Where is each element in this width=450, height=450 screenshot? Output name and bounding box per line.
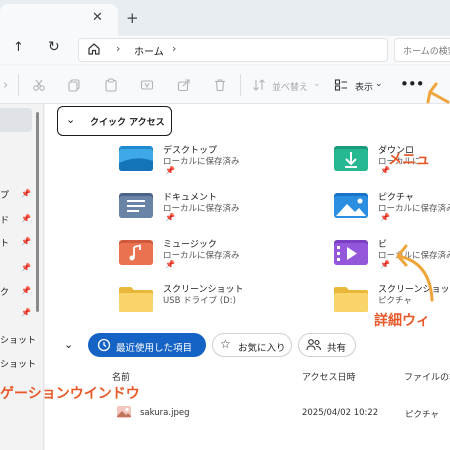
chevron-down-icon[interactable]: ⌄ xyxy=(313,79,321,89)
paste-icon[interactable] xyxy=(104,78,118,92)
clock-icon xyxy=(97,338,111,352)
star-icon: ☆ xyxy=(220,337,231,351)
image-file-icon xyxy=(117,406,131,418)
chevron-down-icon[interactable]: ⌄ xyxy=(66,113,75,126)
chevron-down-icon[interactable]: ⌄ xyxy=(64,338,73,351)
quick-access-item[interactable] xyxy=(333,190,369,223)
documents-folder-icon xyxy=(119,193,153,218)
sidebar-scrollbar[interactable] xyxy=(36,112,39,312)
music-folder-icon xyxy=(119,240,153,265)
close-tab-icon[interactable]: ✕ xyxy=(92,10,103,25)
folder-icon xyxy=(119,287,153,312)
quick-access-item[interactable] xyxy=(333,284,369,317)
toolbar-divider xyxy=(18,74,19,96)
sidebar-item-label[interactable]: ド xyxy=(0,213,9,226)
pin-icon: 📌 xyxy=(380,213,390,222)
refresh-icon[interactable]: ↻ xyxy=(48,39,60,55)
breadcrumb-chevron[interactable]: › xyxy=(116,42,120,55)
quick-access-item[interactable] xyxy=(118,190,154,223)
table-row[interactable] xyxy=(116,404,132,423)
filter-favorites-label[interactable]: お気に入り xyxy=(238,340,286,354)
sidebar-item-label[interactable]: ト xyxy=(0,236,9,249)
people-icon xyxy=(306,339,322,351)
pin-icon: 📌 xyxy=(21,214,31,223)
view-button-label[interactable]: 表示 xyxy=(355,80,373,93)
sidebar-item-label[interactable]: ショット xyxy=(0,357,36,370)
filter-recent-label[interactable]: 最近使用した項目 xyxy=(116,340,192,354)
pictures-folder-icon xyxy=(334,193,368,218)
filter-shared-label[interactable]: 共有 xyxy=(327,340,346,354)
annotation-details-label: 詳細ウィ xyxy=(374,313,430,329)
copy-icon[interactable] xyxy=(67,78,81,92)
pin-icon: 📌 xyxy=(21,263,31,272)
file-name[interactable]: sakura.jpeg xyxy=(140,408,189,418)
sidebar-item-label[interactable]: ショット xyxy=(0,333,36,346)
annotation-arrow xyxy=(396,244,434,302)
view-icon[interactable] xyxy=(334,78,348,92)
chevron-down-icon[interactable]: ⌄ xyxy=(375,79,383,89)
address-bar[interactable] xyxy=(78,38,388,62)
column-header-access-time[interactable]: アクセス日時 xyxy=(302,370,356,383)
quick-access-item[interactable] xyxy=(118,284,154,317)
breadcrumb-home[interactable]: ホーム xyxy=(134,43,164,58)
annotation-menu-label: メニュ xyxy=(388,152,430,168)
file-access-time: 2025/04/02 10:22 xyxy=(302,408,379,418)
file-location: ピクチャ xyxy=(405,410,439,420)
quick-access-item[interactable] xyxy=(118,143,154,176)
pin-icon: 📌 xyxy=(165,213,175,222)
rename-icon[interactable] xyxy=(140,78,154,92)
toolbar-divider xyxy=(240,74,241,96)
quick-access-label: クイック アクセス xyxy=(90,118,165,128)
folder-icon xyxy=(334,287,368,312)
new-tab-icon[interactable]: + xyxy=(126,9,139,27)
sidebar-item-label[interactable]: プ xyxy=(0,188,9,201)
cut-icon[interactable] xyxy=(32,78,46,92)
breadcrumb-chevron[interactable]: › xyxy=(172,42,176,55)
sort-button-label[interactable]: 並べ替え xyxy=(272,80,308,93)
quick-access-item[interactable] xyxy=(333,143,369,176)
downloads-folder-icon xyxy=(334,146,368,171)
pin-icon: 📌 xyxy=(21,237,31,246)
pin-icon: 📌 xyxy=(21,308,31,317)
quick-access-item[interactable] xyxy=(118,237,154,270)
videos-folder-icon xyxy=(334,240,368,265)
pin-icon: 📌 xyxy=(21,286,31,295)
sidebar-item-home-selected[interactable] xyxy=(0,108,32,132)
desktop-folder-icon xyxy=(119,146,153,171)
home-icon[interactable] xyxy=(87,42,101,56)
column-header-location[interactable]: ファイルの場 xyxy=(404,370,450,383)
search-placeholder[interactable]: ホームの検索 xyxy=(403,44,450,57)
pin-icon: 📌 xyxy=(165,260,175,269)
up-arrow-icon[interactable]: ↑ xyxy=(13,40,24,55)
item-location: USB ドライブ (D:) xyxy=(163,296,236,306)
delete-icon[interactable] xyxy=(213,78,227,92)
new-dropdown-chevron-icon[interactable]: › xyxy=(3,78,8,93)
sidebar-item-label[interactable]: ク xyxy=(0,285,9,298)
share-icon[interactable] xyxy=(177,78,191,92)
sort-icon[interactable] xyxy=(252,78,266,92)
pin-icon: 📌 xyxy=(165,166,175,175)
annotation-arrow xyxy=(426,82,450,104)
pin-icon: 📌 xyxy=(21,189,31,198)
annotation-nav-label: ゲーションウインドウ xyxy=(0,386,140,402)
quick-access-item[interactable] xyxy=(333,237,369,270)
column-header-name[interactable]: 名前 xyxy=(112,370,130,383)
